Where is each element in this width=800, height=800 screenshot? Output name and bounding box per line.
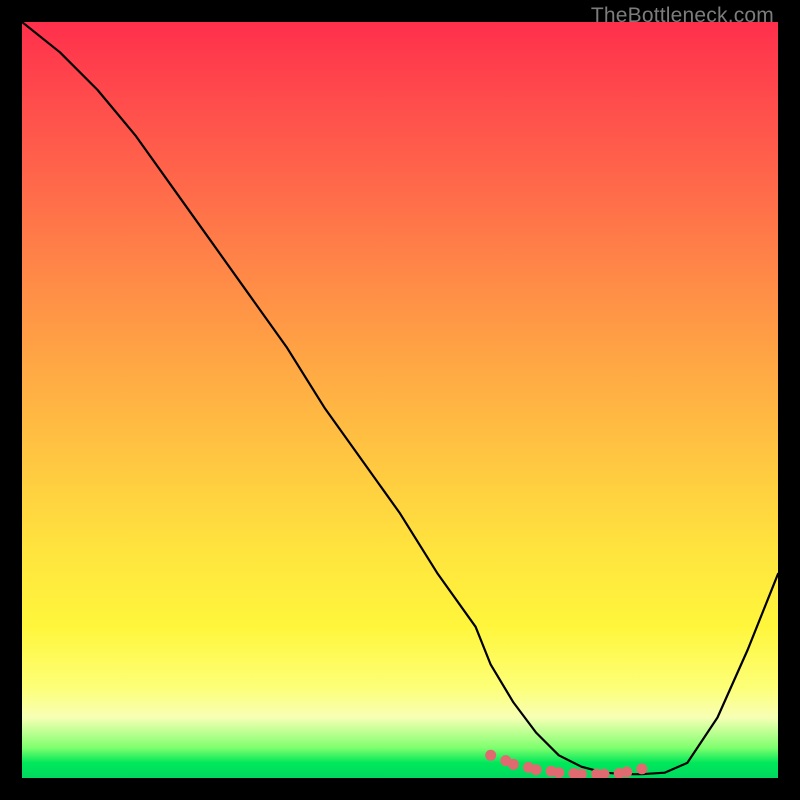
marker-dot [553, 767, 564, 778]
bottleneck-curve [22, 22, 778, 774]
watermark-text: TheBottleneck.com [591, 4, 774, 28]
plot-frame [22, 22, 778, 778]
marker-dot [531, 764, 542, 775]
minimum-region-markers [485, 750, 647, 778]
marker-dot [508, 759, 519, 770]
marker-dot [636, 763, 647, 774]
marker-dot [485, 750, 496, 761]
curve-plot [22, 22, 778, 778]
marker-dot [621, 767, 632, 778]
